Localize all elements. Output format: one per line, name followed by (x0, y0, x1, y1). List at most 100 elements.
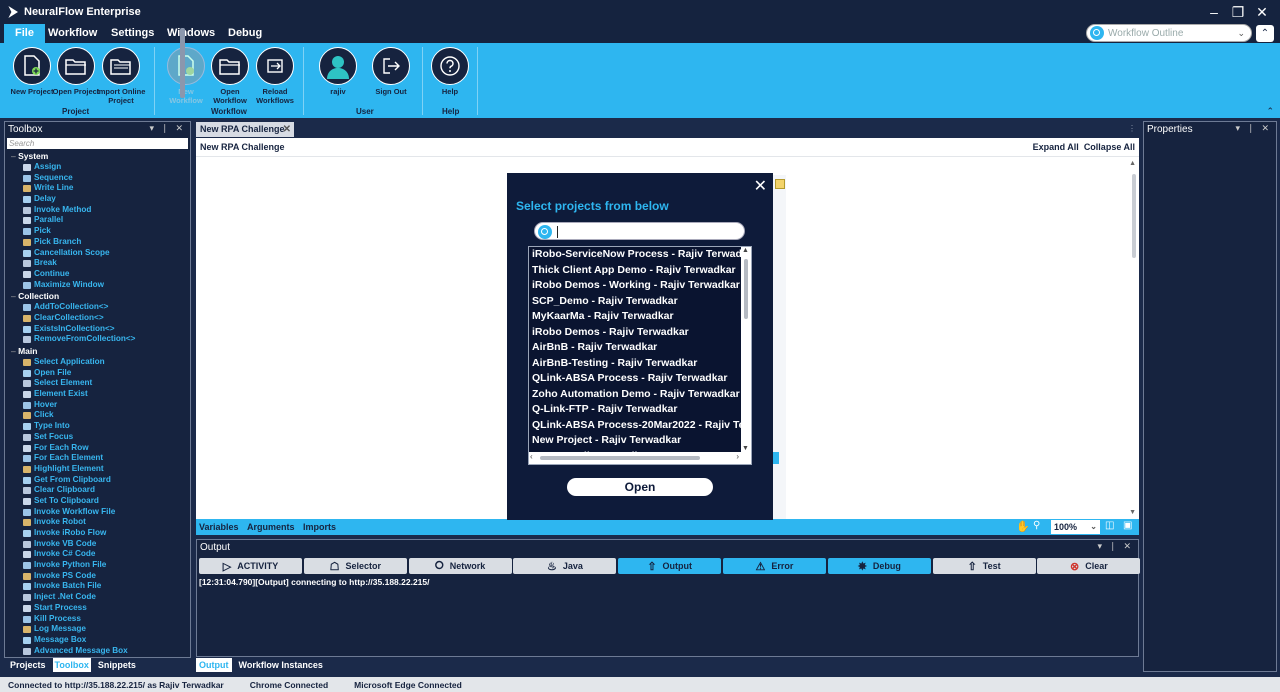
toolbox-item[interactable]: Assign (5, 162, 185, 173)
open-workflow-button[interactable]: Open Workflow (206, 47, 254, 105)
toolbox-item[interactable]: Hover (5, 400, 185, 411)
scroll-thumb[interactable] (744, 259, 748, 319)
panel-controls[interactable]: ▾ ∣ ✕ (1097, 541, 1134, 552)
sign-out-button[interactable]: Sign Out (367, 47, 415, 96)
toolbox-item[interactable]: Click (5, 410, 185, 421)
menu-tab-workflow[interactable]: Workflow (37, 24, 108, 43)
toolbox-item[interactable]: Inject .Net Code (5, 592, 185, 603)
toolbox-item[interactable]: Invoke Method (5, 205, 185, 216)
open-project-button[interactable]: Open Project (52, 47, 100, 96)
open-button[interactable]: Open (567, 478, 713, 496)
toolbox-item[interactable]: Break (5, 258, 185, 269)
toolbox-search-input[interactable]: Search (7, 138, 188, 149)
new-workflow-button[interactable]: New Workflow (162, 47, 210, 105)
imports-tab[interactable]: Imports (303, 522, 336, 532)
toolbox-item[interactable]: ExistsInCollection<> (5, 324, 185, 335)
document-menu-icon[interactable]: ⋮ (1128, 124, 1136, 133)
project-list-item[interactable]: iRobo-ServiceNow Process - Rajiv Terwadk… (529, 247, 751, 263)
project-list-item[interactable]: Zoho Automation Demo - Rajiv Terwadkar (529, 387, 751, 403)
toolbox-item[interactable]: Select Element (5, 378, 185, 389)
designer-scrollbar[interactable] (1132, 174, 1136, 258)
close-tab-icon[interactable]: ✕ (283, 122, 291, 137)
toolbox-category[interactable]: Main (5, 346, 185, 357)
project-list-item[interactable]: AirBnB - Rajiv Terwadkar (529, 340, 751, 356)
output-filter-test-button[interactable]: ⇧ Test (932, 558, 1036, 574)
output-filter-activity-button[interactable]: ▷ ACTIVITY (199, 558, 302, 574)
project-list-item[interactable]: QLink-ABSA Process-20Mar2022 - Rajiv Ter… (529, 418, 751, 434)
project-list-item[interactable]: Thick Client App Demo - Rajiv Terwadkar (529, 263, 751, 279)
close-icon[interactable]: ✕ (1250, 2, 1274, 22)
toolbox-category[interactable]: Collection (5, 291, 185, 302)
panel-controls[interactable]: ▾ ∣ ✕ (1235, 123, 1272, 134)
project-list-item[interactable]: AirBnB-Testing - Rajiv Terwadkar (529, 356, 751, 372)
project-list-item[interactable]: Q-Link-FTP - Rajiv Terwadkar (529, 402, 751, 418)
minimize-icon[interactable]: – (1202, 2, 1226, 22)
new-project-button[interactable]: New Project (8, 47, 56, 96)
tab-toolbox[interactable]: Toolbox (52, 658, 91, 672)
output-filter-debug-button[interactable]: ✸ Debug (827, 558, 931, 574)
toolbox-item[interactable]: Write Line (5, 183, 185, 194)
zoom-search-icon[interactable]: ⚲ (1033, 520, 1040, 531)
chevron-down-icon[interactable]: ⌄ (1237, 28, 1245, 39)
output-filter-selector-button[interactable]: ☖ Selector (303, 558, 407, 574)
menu-tab-debug[interactable]: Debug (217, 24, 273, 43)
tab-workflow-instances[interactable]: Workflow Instances (236, 658, 326, 672)
project-list-item[interactable]: New Project - Rajiv Terwadkar (529, 433, 751, 449)
collapse-ribbon-button[interactable]: ⌃ (1256, 25, 1274, 42)
toolbox-category[interactable]: System (5, 151, 185, 162)
output-filter-clear-button[interactable]: ⊗ Clear (1037, 558, 1141, 574)
toolbox-item[interactable]: Invoke VB Code (5, 539, 185, 550)
menu-tab-windows[interactable]: Windows (156, 24, 226, 43)
project-list-item[interactable]: iRobo Demos - Working - Rajiv Terwadkar (529, 278, 751, 294)
output-filter-java-button[interactable]: ♨ Java (513, 558, 617, 574)
workflow-outline-search[interactable]: Workflow Outline ⌄ (1086, 24, 1252, 42)
overview-map-icon[interactable]: ▣ (1123, 520, 1132, 531)
output-filter-output-button[interactable]: ⇧ Output (618, 558, 722, 574)
toolbox-item[interactable]: Message Box (5, 635, 185, 646)
toolbox-item[interactable]: Kill Process (5, 614, 185, 625)
scroll-up-icon[interactable]: ▲ (1129, 160, 1136, 167)
toolbox-item[interactable]: Set Focus (5, 432, 185, 443)
annotation-icon[interactable] (775, 179, 785, 189)
zoom-select[interactable]: 100% ⌄ (1051, 520, 1100, 534)
project-list-item[interactable]: MyKaarMa - Rajiv Terwadkar (529, 309, 751, 325)
toolbox-item[interactable]: Invoke Python File (5, 560, 185, 571)
toolbox-item[interactable]: Select Application (5, 357, 185, 368)
toolbox-item[interactable]: For Each Row (5, 443, 185, 454)
variables-tab[interactable]: Variables (199, 522, 239, 532)
tab-output[interactable]: Output (196, 658, 232, 672)
toolbox-item[interactable]: Pick (5, 226, 185, 237)
expand-all-link[interactable]: Expand All (1033, 142, 1079, 152)
toolbox-item[interactable]: RemoveFromCollection<> (5, 334, 185, 345)
toolbox-item[interactable]: AddToCollection<> (5, 302, 185, 313)
toolbox-item[interactable]: Delay (5, 194, 185, 205)
project-list[interactable]: iRobo-ServiceNow Process - Rajiv Terwadk… (528, 246, 752, 465)
arguments-tab[interactable]: Arguments (247, 522, 295, 532)
import-online-project-button[interactable]: Import Online Project (96, 47, 146, 105)
toolbox-item[interactable]: Sequence (5, 173, 185, 184)
close-dialog-icon[interactable]: ✕ (754, 176, 767, 196)
document-tab[interactable]: New RPA Challenge ✕ (196, 122, 294, 137)
tab-projects[interactable]: Projects (8, 658, 48, 672)
toolbox-item[interactable]: Type Into (5, 421, 185, 432)
toolbox-item[interactable]: Pick Branch (5, 237, 185, 248)
scroll-down-icon[interactable]: ▼ (742, 445, 749, 452)
collapse-all-link[interactable]: Collapse All (1084, 142, 1135, 152)
reload-workflows-button[interactable]: Reload Workflows (251, 47, 299, 105)
tab-snippets[interactable]: Snippets (96, 658, 138, 672)
toolbox-item[interactable]: Start Process (5, 603, 185, 614)
toolbox-item[interactable]: Set To Clipboard (5, 496, 185, 507)
scroll-up-icon[interactable]: ▲ (742, 247, 749, 254)
toolbox-item[interactable]: Element Exist (5, 389, 185, 400)
toolbox-item[interactable]: Continue (5, 269, 185, 280)
toolbox-item[interactable]: For Each Element (5, 453, 185, 464)
pan-hand-icon[interactable]: ✋ (1016, 520, 1030, 533)
toolbox-item[interactable]: Invoke iRobo Flow (5, 528, 185, 539)
project-list-item[interactable]: iRobo Demos - Rajiv Terwadkar (529, 325, 751, 341)
scroll-thumb[interactable] (540, 456, 700, 460)
fit-to-screen-icon[interactable]: ◫ (1105, 520, 1114, 531)
toolbox-item[interactable]: Invoke Batch File (5, 581, 185, 592)
toolbox-item[interactable]: Log Message (5, 624, 185, 635)
toolbox-item[interactable]: Invoke PS Code (5, 571, 185, 582)
output-filter-error-button[interactable]: ⚠ Error (723, 558, 826, 574)
